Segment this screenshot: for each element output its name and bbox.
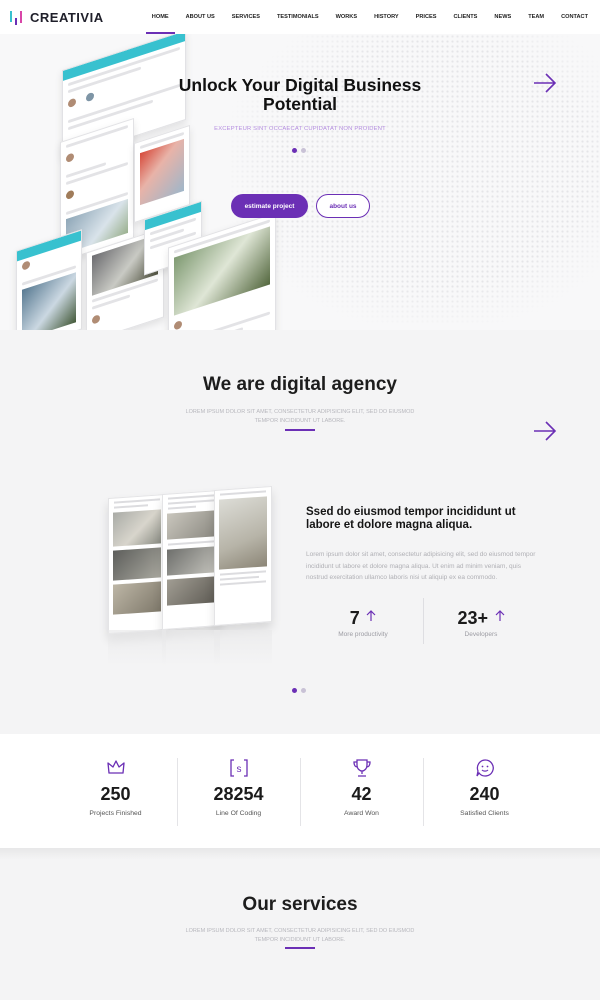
nav-item-prices[interactable]: PRICES xyxy=(416,0,437,34)
brand-name: CREATIVIA xyxy=(30,9,104,25)
nav-item-history[interactable]: HISTORY xyxy=(374,0,399,34)
services-section: Our services LOREM IPSUM DOLOR SIT AMET,… xyxy=(0,848,600,1000)
hero-subtitle: EXCEPTEUR SINT OCCAECAT CUPIDATAT NON PR… xyxy=(214,126,386,132)
counter-label: Line Of Coding xyxy=(215,810,262,817)
arrow-up-icon xyxy=(366,610,376,621)
agency-slider-dots xyxy=(292,688,310,693)
stat-divider xyxy=(423,598,424,644)
nav-item-clients[interactable]: CLIENTS xyxy=(453,0,477,34)
nav-item-testimonials[interactable]: TESTIMONIALS xyxy=(277,0,319,34)
slider-dot-active[interactable] xyxy=(292,148,297,153)
counter-label: Satisfied Clients xyxy=(460,810,509,817)
about-us-button[interactable]: about us xyxy=(316,194,370,218)
agency-title: We are digital agency xyxy=(203,374,397,395)
counter-award-won: 42 Award Won xyxy=(300,734,423,848)
counter-projects-finished: 250 Projects Finished xyxy=(54,734,177,848)
services-title: Our services xyxy=(242,894,358,915)
trophy-icon xyxy=(352,759,371,777)
agency-subtitle: LOREM IPSUM DOLOR SIT AMET, CONSECTETUR … xyxy=(185,409,415,424)
slider-dot[interactable] xyxy=(301,148,306,153)
estimate-project-button[interactable]: estimate project xyxy=(231,194,308,218)
counter-value: 250 xyxy=(100,784,131,804)
smiley-chat-icon xyxy=(475,759,494,777)
nav-item-works[interactable]: WORKS xyxy=(336,0,357,34)
phone-mockup xyxy=(162,489,220,631)
main-menu: HOME ABOUT US SERVICES TESTIMONIALS WORK… xyxy=(135,0,588,34)
counter-satisfied-clients: 240 Satisfied Clients xyxy=(423,734,546,848)
nav-item-team[interactable]: TEAM xyxy=(528,0,544,34)
phone-mockup xyxy=(214,485,272,627)
stat-value: 7 xyxy=(349,608,360,628)
agency-heading: Ssed do eiusmod tempor incididunt ut lab… xyxy=(306,506,516,531)
mockup-screen xyxy=(16,229,82,330)
counter-line-of-coding: s 28254 Line Of Coding xyxy=(177,734,300,848)
title-underline xyxy=(285,947,315,949)
stat-developers: 23+ Developers xyxy=(436,608,526,638)
svg-text:s: s xyxy=(236,764,241,775)
phone-mockup xyxy=(108,493,166,635)
slider-dot-active[interactable] xyxy=(292,688,297,693)
stat-value: 23+ xyxy=(457,608,489,628)
counter-value: 42 xyxy=(351,784,372,804)
arrow-up-icon xyxy=(495,610,504,621)
agency-body-text: Lorem ipsum dolor sit amet, consectetur … xyxy=(306,551,536,581)
phone-mockups-illustration xyxy=(104,485,276,666)
nav-item-home[interactable]: HOME xyxy=(145,0,175,34)
hero-section: Unlock Your Digital Business Potential E… xyxy=(0,34,600,330)
nav-item-services[interactable]: SERVICES xyxy=(232,0,260,34)
title-underline xyxy=(285,429,315,431)
counter-value: 28254 xyxy=(213,784,264,804)
logo[interactable]: CREATIVIA xyxy=(10,9,104,25)
agency-section: We are digital agency LOREM IPSUM DOLOR … xyxy=(0,330,600,734)
counter-label: Projects Finished xyxy=(89,810,142,817)
nav-item-about-us[interactable]: ABOUT US xyxy=(186,0,215,34)
counter-label: Award Won xyxy=(344,810,379,817)
nav-item-contact[interactable]: CONTACT xyxy=(561,0,588,34)
stat-label: Developers xyxy=(464,631,498,638)
stat-more-productivity: 7 More productivity xyxy=(318,608,408,638)
next-arrow-icon[interactable] xyxy=(533,419,557,443)
services-subtitle: LOREM IPSUM DOLOR SIT AMET, CONSECTETUR … xyxy=(185,928,415,943)
slider-dot[interactable] xyxy=(301,688,306,693)
crown-icon xyxy=(106,760,125,774)
hero-title: Unlock Your Digital Business Potential xyxy=(178,75,422,114)
top-navbar: CREATIVIA HOME ABOUT US SERVICES TESTIMO… xyxy=(0,0,600,34)
hero-slider-dots xyxy=(292,148,310,153)
nav-item-news[interactable]: NEWS xyxy=(494,0,511,34)
next-arrow-icon[interactable] xyxy=(533,71,557,95)
counters-section: 250 Projects Finished s 28254 Line Of Co… xyxy=(0,734,600,848)
counter-value: 240 xyxy=(469,784,500,804)
stat-label: More productivity xyxy=(338,631,388,638)
code-bracket-icon: s xyxy=(229,759,248,777)
logo-mark-icon xyxy=(10,9,26,25)
